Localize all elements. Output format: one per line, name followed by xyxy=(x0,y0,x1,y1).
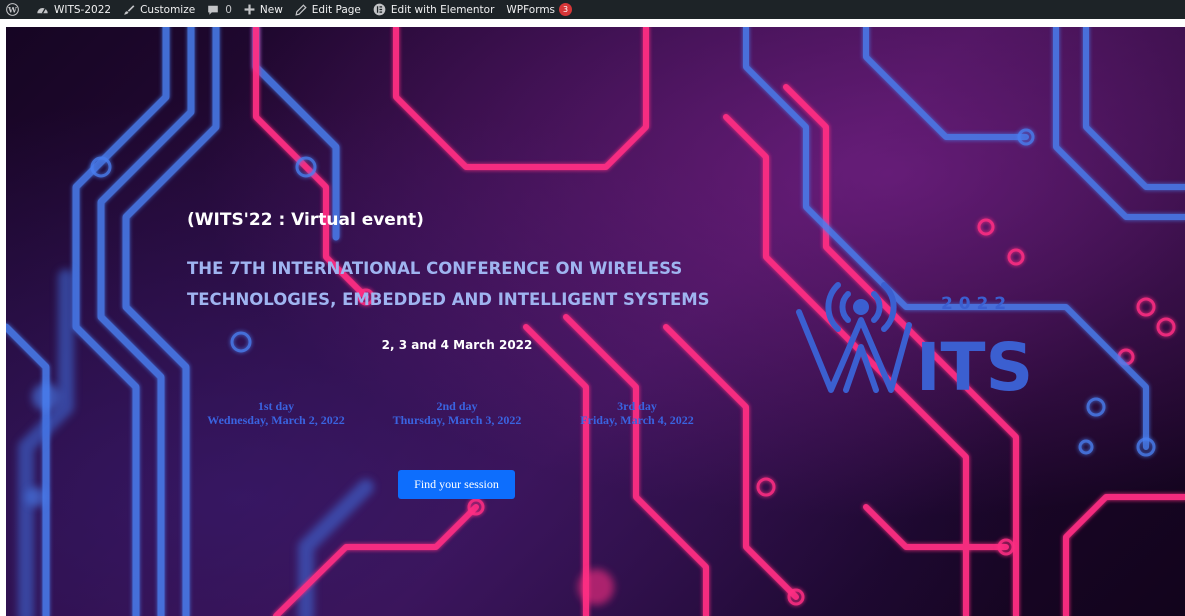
comment-icon xyxy=(207,4,219,16)
logo-year: 2 0 2 2 xyxy=(941,294,1006,314)
elementor-label: Edit with Elementor xyxy=(390,3,495,16)
page-top-margin xyxy=(0,19,1185,27)
svg-text:W: W xyxy=(7,5,17,14)
wpforms-link[interactable]: WPForms 3 xyxy=(500,0,578,19)
comments-count: 0 xyxy=(225,3,232,16)
day-2-link[interactable]: 2nd day Thursday, March 3, 2022 xyxy=(357,399,557,427)
find-your-session-button[interactable]: Find your session xyxy=(398,470,515,499)
wordpress-logo-icon: W xyxy=(6,3,19,16)
hero-section: (WITS'22 : Virtual event) THE 7TH INTERN… xyxy=(6,27,1185,616)
event-subtitle: (WITS'22 : Virtual event) xyxy=(187,210,424,230)
edit-with-elementor-link[interactable]: Edit with Elementor xyxy=(367,0,501,19)
wordpress-menu[interactable]: W xyxy=(0,0,30,19)
day-3-date: Friday, March 4, 2022 xyxy=(580,413,694,427)
day-1-date: Wednesday, March 2, 2022 xyxy=(207,413,345,427)
day-1-label: 1st day xyxy=(257,399,295,413)
edit-page-link[interactable]: Edit Page xyxy=(289,0,367,19)
wits-2022-logo: 2 0 2 2 ITS xyxy=(796,282,1033,397)
new-content-link[interactable]: New xyxy=(238,0,289,19)
day-3-label: 3rd day xyxy=(617,399,657,413)
conference-title-line-1: THE 7TH INTERNATIONAL CONFERENCE ON WIRE… xyxy=(187,259,683,278)
edit-page-label: Edit Page xyxy=(311,3,361,16)
day-1-link[interactable]: 1st day Wednesday, March 2, 2022 xyxy=(176,399,376,427)
radio-tower-icon xyxy=(796,282,912,393)
new-label: New xyxy=(259,3,283,16)
paintbrush-icon xyxy=(123,4,135,16)
logo-text: ITS xyxy=(916,329,1033,397)
plus-icon xyxy=(244,4,255,15)
conference-title-line-2: TECHNOLOGIES, EMBEDDED AND INTELLIGENT S… xyxy=(187,290,710,309)
wpforms-label: WPForms xyxy=(506,3,556,16)
day-2-date: Thursday, March 3, 2022 xyxy=(392,413,522,427)
pencil-icon xyxy=(295,3,307,16)
customize-link[interactable]: Customize xyxy=(117,0,201,19)
day-3-link[interactable]: 3rd day Friday, March 4, 2022 xyxy=(537,399,737,427)
elementor-icon xyxy=(373,3,386,16)
conference-dates: 2, 3 and 4 March 2022 xyxy=(381,338,533,352)
dashboard-icon xyxy=(36,4,49,16)
site-name-link[interactable]: WITS-2022 xyxy=(30,0,117,19)
customize-label: Customize xyxy=(140,3,196,16)
conference-title: THE 7TH INTERNATIONAL CONFERENCE ON WIRE… xyxy=(187,253,747,315)
wpforms-notification-badge: 3 xyxy=(559,3,573,16)
day-2-label: 2nd day xyxy=(436,399,478,413)
comments-link[interactable]: 0 xyxy=(201,0,238,19)
admin-bar: W WITS-2022 Customize 0 New Edit Page Ed… xyxy=(0,0,1185,19)
site-name-label: WITS-2022 xyxy=(54,3,112,16)
